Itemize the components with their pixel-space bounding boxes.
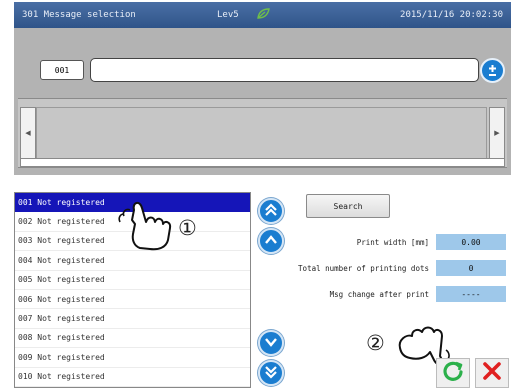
search-button[interactable]: Search bbox=[306, 194, 390, 218]
message-text-field[interactable] bbox=[90, 58, 479, 82]
scroll-left-button[interactable]: ◀ bbox=[20, 107, 36, 159]
screen-title: 301 Message selection bbox=[22, 10, 136, 20]
message-number-field[interactable]: 001 bbox=[40, 60, 84, 80]
scroll-right-button[interactable]: ▶ bbox=[489, 107, 505, 159]
line-down-button[interactable] bbox=[258, 330, 284, 356]
printing-dots-label: Total number of printing dots bbox=[298, 264, 429, 273]
preview-area bbox=[36, 107, 487, 159]
ok-button[interactable] bbox=[436, 358, 470, 388]
list-item-004[interactable]: 004 Not registered bbox=[15, 251, 250, 271]
print-width-value: 0.00 bbox=[436, 234, 506, 250]
double-chevron-down-icon bbox=[264, 364, 278, 383]
line-up-button[interactable] bbox=[258, 228, 284, 254]
list-item-010[interactable]: 010 Not registered bbox=[15, 368, 250, 387]
page-down-button[interactable] bbox=[258, 360, 284, 386]
title-bar: 301 Message selection Lev5 2015/11/16 20… bbox=[14, 2, 511, 28]
list-item-006[interactable]: 006 Not registered bbox=[15, 290, 250, 310]
triangle-left-icon: ◀ bbox=[25, 129, 31, 137]
msg-change-label: Msg change after print bbox=[329, 290, 429, 299]
callout-step-1: ① bbox=[178, 216, 197, 240]
message-edit-panel: 001 ◀ ▶ bbox=[14, 28, 511, 175]
page-up-button[interactable] bbox=[258, 198, 284, 224]
list-item-007[interactable]: 007 Not registered bbox=[15, 309, 250, 329]
triangle-right-icon: ▶ bbox=[494, 129, 500, 137]
datetime-display: 2015/11/16 20:02:30 bbox=[400, 10, 503, 20]
list-item-009[interactable]: 009 Not registered bbox=[15, 348, 250, 368]
chevron-up-icon bbox=[264, 232, 278, 251]
callout-step-2: ② bbox=[366, 331, 385, 355]
cancel-button[interactable] bbox=[475, 358, 509, 388]
leaf-icon bbox=[257, 8, 270, 22]
chevron-down-icon bbox=[264, 334, 278, 353]
pointing-hand-icon bbox=[118, 202, 172, 251]
msg-change-value: ---- bbox=[436, 286, 506, 302]
list-item-008[interactable]: 008 Not registered bbox=[15, 329, 250, 349]
double-chevron-up-icon bbox=[264, 202, 278, 221]
preview-scrollbar[interactable] bbox=[20, 158, 505, 167]
user-level: Lev5 bbox=[217, 10, 239, 20]
printing-dots-value: 0 bbox=[436, 260, 506, 276]
print-width-label: Print width [mm] bbox=[356, 238, 429, 247]
refresh-ok-icon bbox=[442, 360, 464, 386]
plus-minus-icon[interactable] bbox=[480, 58, 505, 83]
list-item-005[interactable]: 005 Not registered bbox=[15, 271, 250, 290]
close-icon bbox=[482, 361, 502, 385]
